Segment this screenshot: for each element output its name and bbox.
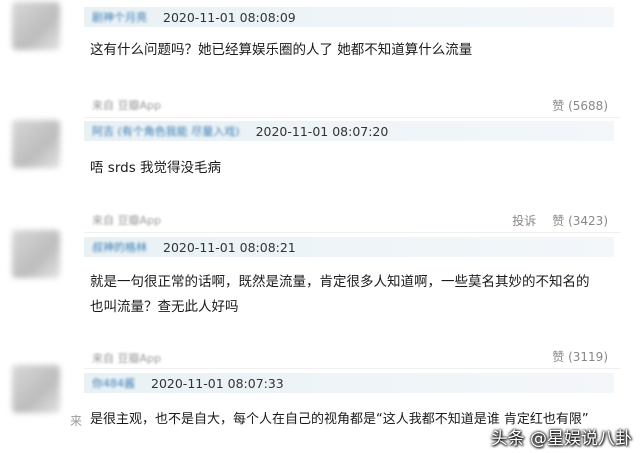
comment-header: 阿吉 (有个角色我能 尽量入戏) 2020-11-01 08:07:20	[84, 121, 614, 141]
divider	[84, 117, 620, 118]
comment-text: 就是一句很正常的话啊，既然是流量，肯定很多人知道啊，一些莫名其妙的不知名的也叫流…	[90, 274, 590, 315]
comment-source: 来自 豆瓣App	[92, 214, 161, 227]
username-link[interactable]: 叔神的格林	[84, 239, 147, 255]
comment-actions: 赞 (3119)	[552, 348, 608, 365]
report-button[interactable]: 投诉	[512, 212, 536, 229]
username-link[interactable]: 阿吉 (有个角色我能 尽量入戏)	[84, 123, 240, 139]
divider	[84, 232, 620, 233]
comment-actions: 赞 (5688)	[552, 97, 608, 114]
avatar[interactable]	[12, 2, 60, 50]
comment-header: 你484酱 2020-11-01 08:07:33	[84, 373, 614, 393]
comment-header: 剧神个月亮 2020-11-01 08:08:09	[84, 7, 614, 27]
comment-time: 2020-11-01 08:08:09	[163, 9, 296, 25]
comment-header: 叔神的格林 2020-11-01 08:08:21	[84, 237, 614, 257]
side-fragment: 来	[70, 414, 83, 428]
like-button[interactable]: 赞 (5688)	[552, 97, 608, 114]
watermark: 头条 @星娱说八卦	[490, 429, 632, 449]
like-button[interactable]: 赞 (3119)	[552, 348, 608, 365]
avatar[interactable]	[12, 120, 60, 168]
avatar[interactable]	[12, 230, 60, 278]
comment-text: 唔 srds 我觉得没毛病	[90, 160, 222, 176]
like-button[interactable]: 赞 (3423)	[552, 212, 608, 229]
comment-time: 2020-11-01 08:08:21	[163, 239, 296, 255]
username-link[interactable]: 剧神个月亮	[84, 9, 147, 25]
comment-actions: 投诉 赞 (3423)	[512, 212, 608, 229]
comment-source: 来自 豆瓣App	[92, 99, 161, 112]
comment-text: 这有什么问题吗？她已经算娱乐圈的人了 她都不知道算什么流量	[90, 42, 473, 58]
divider	[84, 368, 620, 369]
comment-time: 2020-11-01 08:07:33	[151, 375, 284, 391]
username-link[interactable]: 你484酱	[84, 375, 135, 391]
comment-source: 来自 豆瓣App	[92, 352, 161, 365]
comment-time: 2020-11-01 08:07:20	[255, 123, 389, 139]
avatar[interactable]	[12, 365, 60, 413]
